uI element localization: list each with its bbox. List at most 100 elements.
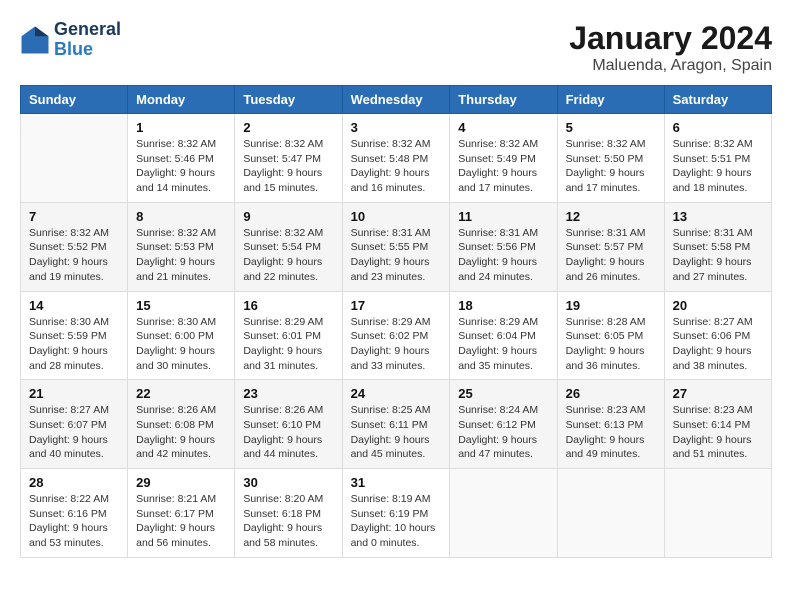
calendar-cell	[557, 469, 664, 558]
day-number: 15	[136, 298, 226, 313]
calendar-cell: 16 Sunrise: 8:29 AM Sunset: 6:01 PM Dayli…	[235, 291, 342, 380]
cell-info: Sunrise: 8:32 AM Sunset: 5:54 PM Dayligh…	[243, 226, 333, 285]
calendar-cell: 14Sunrise: 8:30 AM Sunset: 5:59 PM Dayli…	[21, 291, 128, 380]
day-number: 31	[351, 475, 442, 490]
calendar-cell: 19 Sunrise: 8:28 AM Sunset: 6:05 PM Dayli…	[557, 291, 664, 380]
calendar-cell: 2 Sunrise: 8:32 AM Sunset: 5:47 PM Daylig…	[235, 114, 342, 203]
calendar-cell: 26 Sunrise: 8:23 AM Sunset: 6:13 PM Dayli…	[557, 380, 664, 469]
cell-info: Sunrise: 8:20 AM Sunset: 6:18 PM Dayligh…	[243, 492, 333, 551]
col-friday: Friday	[557, 86, 664, 114]
col-saturday: Saturday	[664, 86, 771, 114]
cell-info: Sunrise: 8:29 AM Sunset: 6:04 PM Dayligh…	[458, 315, 548, 374]
calendar-cell: 20Sunrise: 8:27 AM Sunset: 6:06 PM Dayli…	[664, 291, 771, 380]
day-number: 27	[673, 386, 763, 401]
calendar-cell: 24Sunrise: 8:25 AM Sunset: 6:11 PM Dayli…	[342, 380, 450, 469]
col-thursday: Thursday	[450, 86, 557, 114]
day-number: 14	[29, 298, 119, 313]
calendar-cell: 22Sunrise: 8:26 AM Sunset: 6:08 PM Dayli…	[128, 380, 235, 469]
calendar-cell: 23 Sunrise: 8:26 AM Sunset: 6:10 PM Dayli…	[235, 380, 342, 469]
calendar-cell: 27 Sunrise: 8:23 AM Sunset: 6:14 PM Dayli…	[664, 380, 771, 469]
calendar-cell: 18 Sunrise: 8:29 AM Sunset: 6:04 PM Dayli…	[450, 291, 557, 380]
day-number: 21	[29, 386, 119, 401]
day-number: 2	[243, 120, 333, 135]
cell-info: Sunrise: 8:29 AM Sunset: 6:01 PM Dayligh…	[243, 315, 333, 374]
cell-info: Sunrise: 8:22 AM Sunset: 6:16 PM Dayligh…	[29, 492, 119, 551]
calendar-cell: 1 Sunrise: 8:32 AM Sunset: 5:46 PM Daylig…	[128, 114, 235, 203]
cell-info: Sunrise: 8:31 AM Sunset: 5:56 PM Dayligh…	[458, 226, 548, 285]
calendar-table: Sunday Monday Tuesday Wednesday Thursday…	[20, 85, 772, 558]
day-number: 6	[673, 120, 763, 135]
day-number: 28	[29, 475, 119, 490]
day-number: 22	[136, 386, 226, 401]
calendar-week-row: 7 Sunrise: 8:32 AM Sunset: 5:52 PM Daylig…	[21, 202, 772, 291]
calendar-cell: 29Sunrise: 8:21 AM Sunset: 6:17 PM Dayli…	[128, 469, 235, 558]
logo: General Blue	[20, 20, 121, 60]
col-monday: Monday	[128, 86, 235, 114]
day-number: 19	[566, 298, 656, 313]
day-number: 1	[136, 120, 226, 135]
page-header: General Blue January 2024 Maluenda, Arag…	[20, 20, 772, 75]
cell-info: Sunrise: 8:32 AM Sunset: 5:48 PM Dayligh…	[351, 137, 442, 196]
day-number: 26	[566, 386, 656, 401]
col-tuesday: Tuesday	[235, 86, 342, 114]
calendar-cell: 7 Sunrise: 8:32 AM Sunset: 5:52 PM Daylig…	[21, 202, 128, 291]
cell-info: Sunrise: 8:27 AM Sunset: 6:06 PM Dayligh…	[673, 315, 763, 374]
cell-info: Sunrise: 8:32 AM Sunset: 5:50 PM Dayligh…	[566, 137, 656, 196]
day-number: 30	[243, 475, 333, 490]
day-number: 16	[243, 298, 333, 313]
calendar-cell: 3 Sunrise: 8:32 AM Sunset: 5:48 PM Daylig…	[342, 114, 450, 203]
cell-info: Sunrise: 8:32 AM Sunset: 5:53 PM Dayligh…	[136, 226, 226, 285]
day-number: 25	[458, 386, 548, 401]
day-number: 17	[351, 298, 442, 313]
cell-info: Sunrise: 8:23 AM Sunset: 6:14 PM Dayligh…	[673, 403, 763, 462]
calendar-cell: 11 Sunrise: 8:31 AM Sunset: 5:56 PM Dayli…	[450, 202, 557, 291]
cell-info: Sunrise: 8:25 AM Sunset: 6:11 PM Dayligh…	[351, 403, 442, 462]
day-number: 7	[29, 209, 119, 224]
calendar-week-row: 21 Sunrise: 8:27 AM Sunset: 6:07 PM Dayli…	[21, 380, 772, 469]
calendar-cell: 10 Sunrise: 8:31 AM Sunset: 5:55 PM Dayli…	[342, 202, 450, 291]
title-block: January 2024 Maluenda, Aragon, Spain	[569, 20, 772, 75]
day-number: 9	[243, 209, 333, 224]
cell-info: Sunrise: 8:31 AM Sunset: 5:58 PM Dayligh…	[673, 226, 763, 285]
calendar-cell: 17Sunrise: 8:29 AM Sunset: 6:02 PM Dayli…	[342, 291, 450, 380]
calendar-cell: 15Sunrise: 8:30 AM Sunset: 6:00 PM Dayli…	[128, 291, 235, 380]
cell-info: Sunrise: 8:32 AM Sunset: 5:49 PM Dayligh…	[458, 137, 548, 196]
calendar-cell: 8Sunrise: 8:32 AM Sunset: 5:53 PM Daylig…	[128, 202, 235, 291]
cell-info: Sunrise: 8:28 AM Sunset: 6:05 PM Dayligh…	[566, 315, 656, 374]
day-number: 29	[136, 475, 226, 490]
cell-info: Sunrise: 8:32 AM Sunset: 5:52 PM Dayligh…	[29, 226, 119, 285]
cell-info: Sunrise: 8:32 AM Sunset: 5:46 PM Dayligh…	[136, 137, 226, 196]
day-number: 10	[351, 209, 442, 224]
calendar-cell	[450, 469, 557, 558]
calendar-cell: 30 Sunrise: 8:20 AM Sunset: 6:18 PM Dayli…	[235, 469, 342, 558]
calendar-cell: 13 Sunrise: 8:31 AM Sunset: 5:58 PM Dayli…	[664, 202, 771, 291]
cell-info: Sunrise: 8:32 AM Sunset: 5:47 PM Dayligh…	[243, 137, 333, 196]
cell-info: Sunrise: 8:32 AM Sunset: 5:51 PM Dayligh…	[673, 137, 763, 196]
calendar-header-row: Sunday Monday Tuesday Wednesday Thursday…	[21, 86, 772, 114]
day-number: 23	[243, 386, 333, 401]
cell-info: Sunrise: 8:19 AM Sunset: 6:19 PM Dayligh…	[351, 492, 442, 551]
day-number: 12	[566, 209, 656, 224]
day-number: 18	[458, 298, 548, 313]
calendar-week-row: 14Sunrise: 8:30 AM Sunset: 5:59 PM Dayli…	[21, 291, 772, 380]
location-text: Maluenda, Aragon, Spain	[569, 57, 772, 75]
calendar-cell: 6 Sunrise: 8:32 AM Sunset: 5:51 PM Daylig…	[664, 114, 771, 203]
calendar-week-row: 1 Sunrise: 8:32 AM Sunset: 5:46 PM Daylig…	[21, 114, 772, 203]
calendar-week-row: 28 Sunrise: 8:22 AM Sunset: 6:16 PM Dayli…	[21, 469, 772, 558]
calendar-cell: 4Sunrise: 8:32 AM Sunset: 5:49 PM Daylig…	[450, 114, 557, 203]
col-wednesday: Wednesday	[342, 86, 450, 114]
day-number: 3	[351, 120, 442, 135]
month-year-heading: January 2024	[569, 20, 772, 57]
logo-general-text: General	[54, 20, 121, 40]
calendar-cell	[21, 114, 128, 203]
calendar-cell: 9 Sunrise: 8:32 AM Sunset: 5:54 PM Daylig…	[235, 202, 342, 291]
day-number: 11	[458, 209, 548, 224]
cell-info: Sunrise: 8:26 AM Sunset: 6:10 PM Dayligh…	[243, 403, 333, 462]
day-number: 5	[566, 120, 656, 135]
general-blue-logo-icon	[20, 25, 50, 55]
cell-info: Sunrise: 8:27 AM Sunset: 6:07 PM Dayligh…	[29, 403, 119, 462]
cell-info: Sunrise: 8:23 AM Sunset: 6:13 PM Dayligh…	[566, 403, 656, 462]
cell-info: Sunrise: 8:24 AM Sunset: 6:12 PM Dayligh…	[458, 403, 548, 462]
day-number: 13	[673, 209, 763, 224]
cell-info: Sunrise: 8:31 AM Sunset: 5:55 PM Dayligh…	[351, 226, 442, 285]
